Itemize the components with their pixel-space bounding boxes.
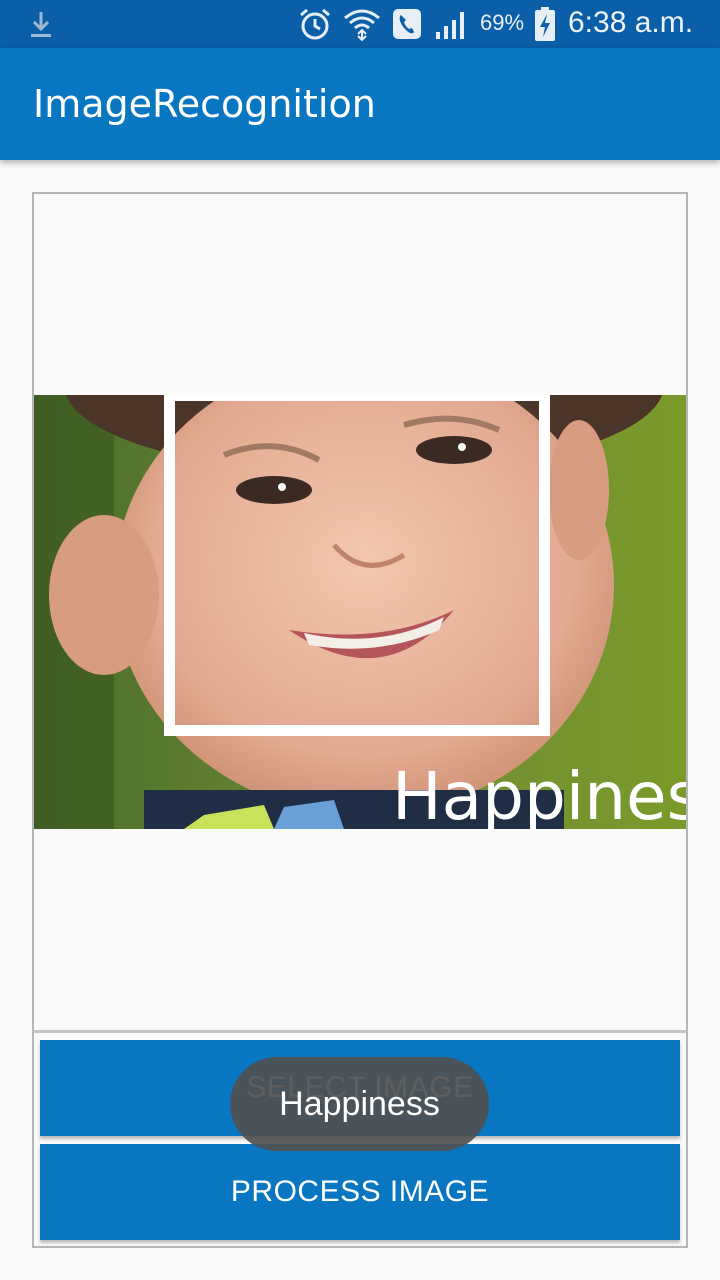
status-bar: 69% 6:38 a.m. (0, 0, 720, 48)
signal-icon (436, 12, 464, 39)
app-bar: ImageRecognition (0, 48, 720, 160)
face-detection-box (164, 395, 550, 736)
toast-message: Happiness (230, 1057, 489, 1151)
status-clock: 6:38 a.m. (568, 6, 694, 39)
battery-charging-icon (535, 7, 555, 41)
wifi-icon (344, 9, 380, 42)
image-view: Happines (32, 192, 688, 1032)
selected-photo: Happines (34, 395, 686, 829)
alarm-icon (300, 8, 330, 40)
battery-percent: 69% (480, 10, 525, 35)
process-image-button[interactable]: PROCESS IMAGE (40, 1144, 680, 1240)
emotion-overlay-label: Happines (392, 758, 686, 829)
call-icon (393, 9, 421, 39)
app-title: ImageRecognition (33, 82, 376, 126)
download-icon (31, 12, 51, 37)
